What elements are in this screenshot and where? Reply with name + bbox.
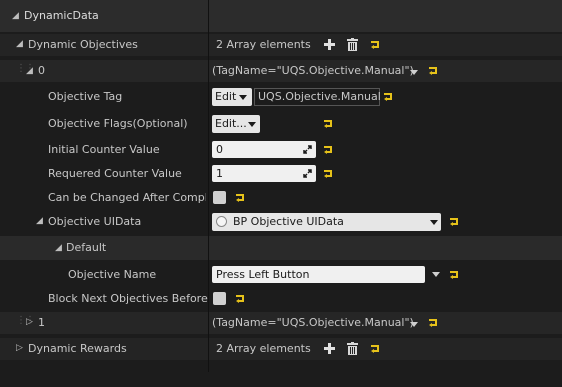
collapsed-arrow-icon[interactable]: ▷ xyxy=(16,343,23,353)
reset-to-default-icon[interactable] xyxy=(449,270,459,280)
expand-arrow-icon[interactable]: ◢ xyxy=(36,216,43,226)
block-next-checkbox[interactable] xyxy=(213,292,226,305)
objective-flags-label: Objective Flags(Optional) xyxy=(48,117,188,130)
objective-flags-row: Objective Flags(Optional) Edit... xyxy=(0,112,562,136)
required-counter-row: Requered Counter Value 1 xyxy=(0,163,562,185)
array-element-value: (TagName="UQS.Objective.Manual") xyxy=(212,64,414,77)
chevron-down-icon[interactable] xyxy=(432,272,440,277)
reset-to-default-icon[interactable] xyxy=(370,40,380,50)
chevron-down-icon xyxy=(430,220,438,225)
default-row: ◢ Default xyxy=(0,236,562,260)
column-divider[interactable] xyxy=(208,0,209,372)
can-change-row: Can be Changed After Complete xyxy=(0,187,562,209)
reset-to-default-icon[interactable] xyxy=(323,145,333,155)
block-next-label: Block Next Objectives Before Co xyxy=(48,292,208,305)
add-element-icon[interactable] xyxy=(324,343,335,354)
required-counter-label: Requered Counter Value xyxy=(48,167,182,180)
chevron-down-icon xyxy=(239,95,247,100)
initial-counter-value: 0 xyxy=(216,143,223,156)
dynamic-rewards-label: Dynamic Rewards xyxy=(28,342,127,355)
category-title: DynamicData xyxy=(24,9,99,22)
array-element-value: (TagName="UQS.Objective.Manual") xyxy=(212,316,414,329)
reset-to-default-icon[interactable] xyxy=(449,217,459,227)
reset-to-default-icon[interactable] xyxy=(428,318,438,328)
objective-name-value: Press Left Button xyxy=(216,268,310,281)
initial-counter-label: Initial Counter Value xyxy=(48,143,160,156)
reset-to-default-icon[interactable] xyxy=(370,344,380,354)
uidata-value: BP Objective UIData xyxy=(233,215,344,228)
reset-to-default-icon[interactable] xyxy=(383,92,393,102)
initial-counter-input[interactable]: 0 xyxy=(212,141,316,158)
element-options-arrow-icon[interactable] xyxy=(410,70,418,75)
collapsed-arrow-icon[interactable]: ▷ xyxy=(26,317,33,327)
delete-elements-icon[interactable] xyxy=(347,38,358,51)
reset-to-default-icon[interactable] xyxy=(323,169,333,179)
reset-to-default-icon[interactable] xyxy=(323,119,333,129)
uidata-select[interactable]: BP Objective UIData xyxy=(212,213,441,231)
expand-icon xyxy=(303,169,312,178)
reset-to-default-icon[interactable] xyxy=(235,294,245,304)
delete-elements-icon[interactable] xyxy=(347,342,358,355)
can-change-label: Can be Changed After Complete xyxy=(48,191,206,204)
can-change-checkbox[interactable] xyxy=(213,191,226,204)
collapse-arrow-icon[interactable]: ◢ xyxy=(12,11,19,21)
default-label: Default xyxy=(66,241,107,254)
objective-tag-value: UQS.Objective.Manual xyxy=(254,88,381,106)
expand-arrow-icon[interactable]: ◢ xyxy=(26,66,33,76)
expand-arrow-icon[interactable]: ◢ xyxy=(16,39,23,49)
chevron-down-icon xyxy=(248,122,256,127)
reset-to-default-icon[interactable] xyxy=(235,193,245,203)
dynamic-objectives-label: Dynamic Objectives xyxy=(28,38,138,51)
array-element-index: 0 xyxy=(38,64,45,77)
expand-arrow-icon[interactable]: ◢ xyxy=(55,243,62,253)
array-element-1-row: ⋮⋮ ▷ 1 (TagName="UQS.Objective.Manual") xyxy=(0,312,562,334)
expand-icon xyxy=(303,145,312,154)
asset-circle-icon xyxy=(216,216,227,227)
element-options-arrow-icon[interactable] xyxy=(410,322,418,327)
dynamic-objectives-row: ◢ Dynamic Objectives 2 Array elements xyxy=(0,34,562,56)
initial-counter-row: Initial Counter Value 0 xyxy=(0,139,562,161)
array-element-index: 1 xyxy=(38,316,45,329)
edit-flags-label: Edit... xyxy=(215,117,247,130)
objective-uidata-row: ◢ Objective UIData BP Objective UIData xyxy=(0,210,562,234)
array-element-0-row: ⋮⋮ ◢ 0 (TagName="UQS.Objective.Manual") xyxy=(0,60,562,82)
details-panel: ◢ DynamicData ◢ Dynamic Objectives 2 Arr… xyxy=(0,0,562,387)
objective-tag-row: Objective Tag Edit UQS.Objective.Manual xyxy=(0,85,562,109)
reset-to-default-icon[interactable] xyxy=(428,66,438,76)
objective-uidata-label: Objective UIData xyxy=(48,215,142,228)
required-counter-input[interactable]: 1 xyxy=(212,165,316,182)
edit-flags-button[interactable]: Edit... xyxy=(212,115,260,133)
objective-name-label: Objective Name xyxy=(68,268,157,281)
required-counter-value: 1 xyxy=(216,167,223,180)
add-element-icon[interactable] xyxy=(324,39,335,50)
category-header[interactable]: ◢ DynamicData xyxy=(0,0,562,32)
dynamic-rewards-row: ▷ Dynamic Rewards 2 Array elements xyxy=(0,338,562,360)
objective-name-input[interactable]: Press Left Button xyxy=(212,266,425,283)
edit-tag-label: Edit xyxy=(215,90,237,103)
objective-tag-label: Objective Tag xyxy=(48,90,123,103)
dynamic-objectives-summary: 2 Array elements xyxy=(216,38,311,51)
block-next-row: Block Next Objectives Before Co xyxy=(0,288,562,310)
dynamic-rewards-summary: 2 Array elements xyxy=(216,342,311,355)
edit-tag-button[interactable]: Edit xyxy=(212,88,252,106)
objective-name-row: Objective Name Press Left Button xyxy=(0,263,562,287)
